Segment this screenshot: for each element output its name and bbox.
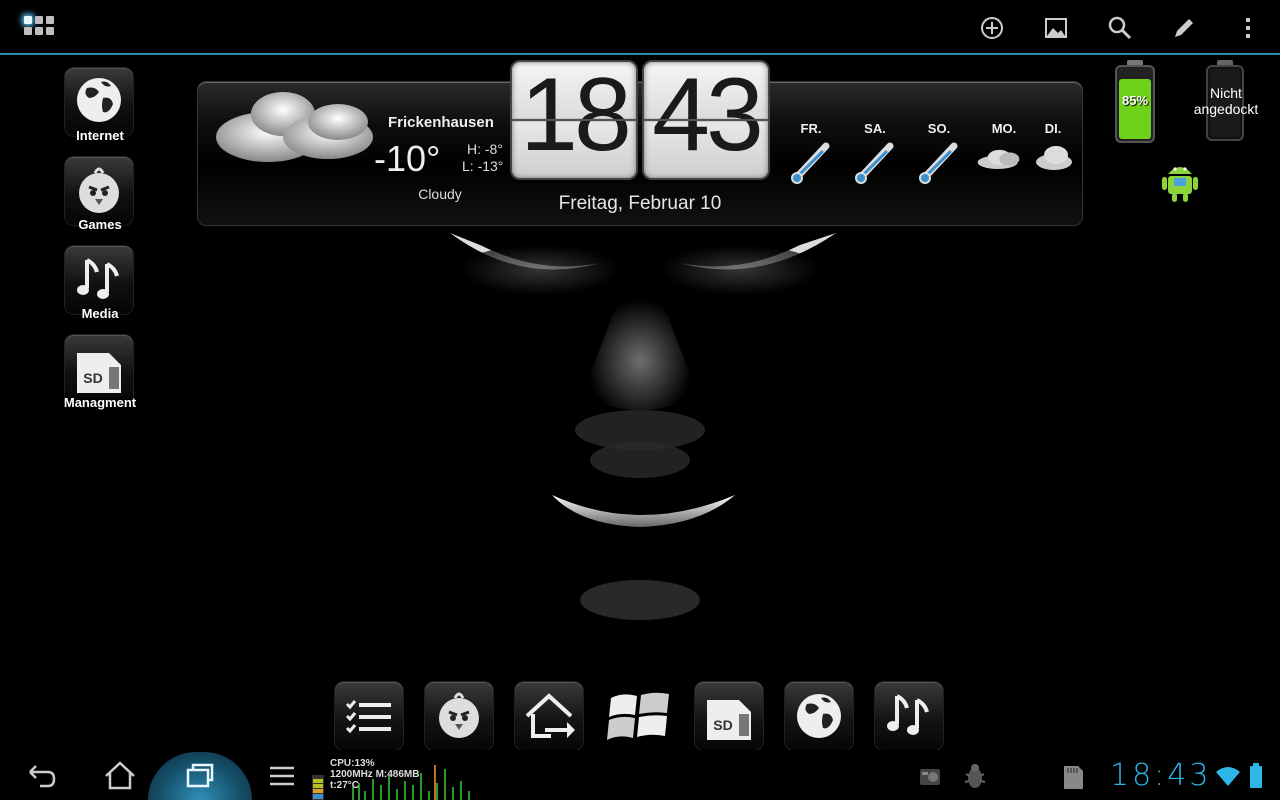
checklist-icon [345,700,391,734]
cloud-icon [977,149,1020,169]
shortcut-label: Media [81,306,119,321]
forecast-day: SO. [927,121,951,136]
status-clock[interactable]: 18:43 [1110,758,1211,793]
battery-level: 85% [1121,93,1149,108]
weather-high: H: -8° [467,141,503,157]
globe-icon [77,78,121,122]
clock-date: Freitag, Februar 10 [558,193,722,214]
svg-text:SD: SD [83,370,102,386]
dock-sd-card[interactable]: SD [695,682,763,750]
weather-temperature: -10° [374,138,441,179]
clock-minutes: 43 [644,62,768,178]
forecast-day: FR. [800,121,822,136]
sd-card-icon: SD [707,700,751,740]
music-notes-icon [887,694,929,735]
weather-city: Frickenhausen [388,114,494,131]
overflow-menu-icon[interactable] [1234,14,1262,42]
forecast-day: DI. [1044,121,1062,136]
cpu-temperature: t:27°C [330,780,360,791]
add-widget-icon[interactable] [978,14,1006,42]
thermometer-cold-icon [855,142,894,184]
shortcut-games[interactable]: Games [60,157,140,239]
home-icon[interactable] [100,756,140,796]
audio-icon[interactable] [918,766,942,788]
battery-icon[interactable] [1248,762,1264,790]
action-bar [0,0,1280,54]
forecast-day: MO. [991,121,1017,136]
apps-grid-icon[interactable] [24,16,56,38]
thermometer-cold-icon [791,142,830,184]
sd-card-icon[interactable] [1060,762,1086,792]
globe-icon [797,694,841,738]
edit-icon[interactable] [1170,14,1198,42]
cpu-frequency-memory: 1200MHz M:486MB [330,769,420,780]
back-icon[interactable] [22,756,62,796]
menu-icon[interactable] [262,756,302,796]
shortcut-label: Managment [63,395,137,410]
shortcut-media[interactable]: Media [60,246,140,328]
dock-checklist[interactable] [335,682,403,750]
clock-hours: 18 [512,62,636,178]
weather-low: L: -13° [462,158,504,174]
angry-bird-icon [79,167,119,213]
weather-condition: Cloudy [418,186,462,202]
dock-home[interactable] [515,682,583,750]
cpu-monitor: CPU:13% 1200MHz M:486MB t:27°C [330,758,419,791]
dock-windows[interactable] [605,682,673,750]
dock-games[interactable] [425,682,493,750]
thermometer-cold-icon [919,142,958,184]
shortcut-label: Internet [76,128,124,143]
dock-media[interactable] [875,682,943,750]
shortcut-internet[interactable]: Internet [60,68,140,150]
sd-card-icon: SD [77,353,121,393]
recent-apps-icon[interactable] [180,756,220,796]
cpu-usage: CPU:13% [330,758,375,769]
wifi-icon[interactable] [1214,764,1242,788]
forecast-day: SA. [864,121,886,136]
cloud-icon [216,92,373,162]
android-robot-icon[interactable] [1160,158,1200,204]
music-notes-icon [77,258,119,299]
shortcut-label: Games [78,217,122,232]
home-arrow-icon [525,693,575,738]
shortcut-sd-management[interactable]: SD Managment [60,335,140,417]
windows-logo-icon [607,692,669,740]
dock-internet[interactable] [785,682,853,750]
dock-status[interactable]: Nicht angedockt [1190,85,1262,117]
bug-icon[interactable] [962,762,988,792]
search-icon[interactable] [1106,14,1134,42]
cloud-icon [1036,146,1072,170]
angry-bird-icon [439,692,479,738]
svg-text:SD: SD [713,717,732,733]
wallpaper-icon[interactable] [1042,14,1070,42]
